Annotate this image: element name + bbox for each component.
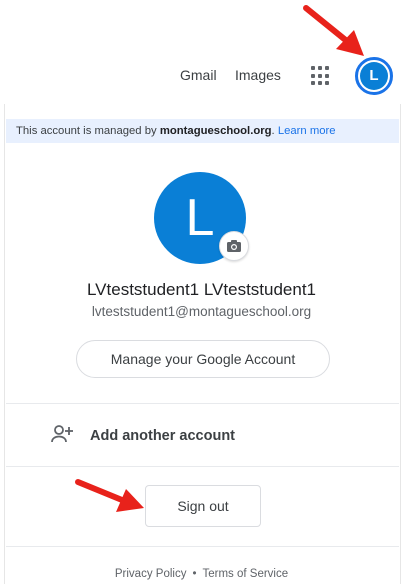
managed-prefix: This account is managed by [16,125,160,137]
terms-of-service-link[interactable]: Terms of Service [202,568,288,580]
red-arrow-icon [75,479,144,512]
divider [6,546,399,547]
sign-out-button[interactable]: Sign out [145,485,261,527]
divider [6,466,399,467]
add-account-item[interactable]: Add another account [6,412,399,458]
apps-grid-icon[interactable] [311,66,331,86]
divider [6,403,399,404]
gmail-link[interactable]: Gmail [180,67,217,83]
add-account-label: Add another account [90,428,236,444]
managed-domain: montagueschool.org [159,125,272,137]
person-add-icon [51,425,73,443]
red-arrow-icon [303,5,364,56]
privacy-policy-link[interactable]: Privacy Policy [115,568,187,580]
change-photo-button[interactable] [219,231,249,261]
images-link[interactable]: Images [235,67,281,83]
account-name: LVteststudent1 LVteststudent1 [86,280,317,299]
camera-icon [227,240,241,252]
account-avatar-button[interactable]: L [355,57,393,95]
account-email: lvteststudent1@montagueschool.org [91,304,312,319]
footer-separator: • [192,568,197,580]
managed-account-notice: This account is managed by montagueschoo… [6,119,399,143]
learn-more-link[interactable]: Learn more [278,125,336,137]
manage-account-button[interactable]: Manage your Google Account [76,340,330,378]
avatar-letter: L [360,62,388,90]
footer: Privacy Policy • Terms of Service [0,568,403,580]
